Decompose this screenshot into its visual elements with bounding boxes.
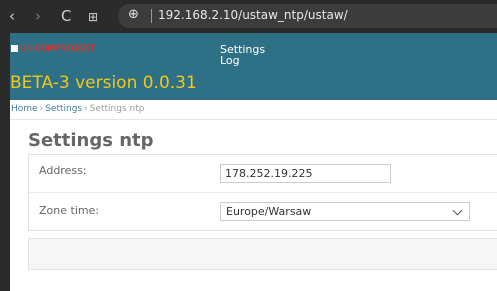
zone-time-label: Zone time: xyxy=(39,204,100,217)
window-edge xyxy=(0,33,10,291)
form-row-address: Address: 178.252.19.225 xyxy=(29,155,497,193)
url-text[interactable]: 192.168.2.10/ustaw_ntp/ustaw/ xyxy=(158,8,348,22)
breadcrumb: Home › Settings › Settings ntp xyxy=(10,100,497,120)
site-info-icon[interactable]: ⊕ xyxy=(128,7,139,22)
address-label: Address: xyxy=(39,164,87,177)
app-header: UNICOMPROJEKT Settings Log BETA-3 versio… xyxy=(10,33,497,100)
zone-time-select[interactable]: Europe/Warsaw xyxy=(220,202,470,221)
logo[interactable]: UNICOMPROJEKT xyxy=(20,43,95,53)
page-title: Settings ntp xyxy=(28,130,154,151)
breadcrumb-current: Settings ntp xyxy=(89,104,145,114)
logo-mark-icon xyxy=(11,45,18,52)
browser-toolbar: ‹ › C ⊞ ⊕ 192.168.2.10/ustaw_ntp/ustaw/ xyxy=(0,0,497,33)
submit-row xyxy=(28,238,497,270)
tabs-grid-icon[interactable]: ⊞ xyxy=(88,9,98,25)
zone-time-value: Europe/Warsaw xyxy=(226,205,312,218)
menu-link-log[interactable]: Log xyxy=(220,55,240,67)
url-separator xyxy=(151,9,152,23)
reload-icon[interactable]: C xyxy=(61,8,71,24)
breadcrumb-settings-link[interactable]: Settings xyxy=(45,104,82,114)
address-bar[interactable]: ⊕ 192.168.2.10/ustaw_ntp/ustaw/ xyxy=(118,4,497,28)
app-version-title: BETA-3 version 0.0.31 xyxy=(10,73,197,93)
forward-arrow-icon[interactable]: › xyxy=(35,8,41,24)
address-input[interactable]: 178.252.19.225 xyxy=(220,164,391,183)
breadcrumb-separator: › xyxy=(84,104,88,114)
back-arrow-icon[interactable]: ‹ xyxy=(9,8,15,24)
settings-form: Address: 178.252.19.225 Zone time: Europ… xyxy=(28,154,497,231)
chevron-down-icon xyxy=(452,205,463,216)
breadcrumb-home-link[interactable]: Home xyxy=(11,104,38,114)
form-row-zone-time: Zone time: Europe/Warsaw xyxy=(29,193,497,231)
